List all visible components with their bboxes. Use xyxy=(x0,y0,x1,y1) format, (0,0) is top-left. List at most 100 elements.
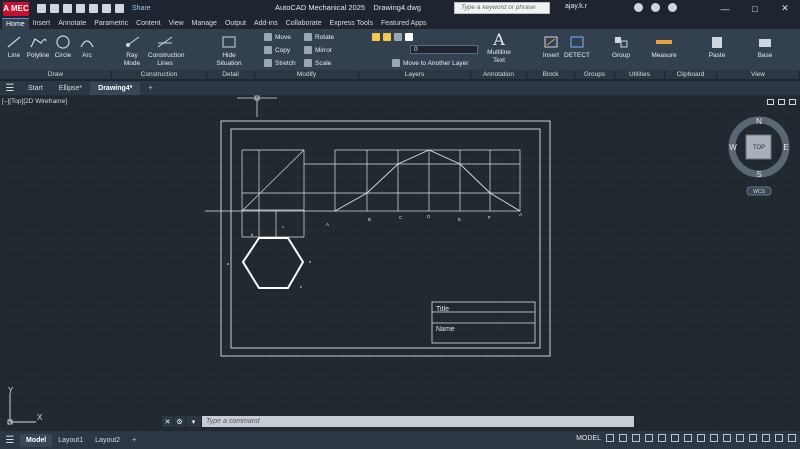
tab-annotate[interactable]: Annotate xyxy=(54,18,90,29)
multiline-text-button[interactable]: A Multiline Text xyxy=(484,31,514,65)
move-button[interactable]: Move xyxy=(264,33,291,41)
close-command-icon[interactable]: ✕ xyxy=(162,416,174,427)
group-button[interactable]: Group xyxy=(610,35,632,60)
snap-icon[interactable] xyxy=(619,434,627,442)
info-icon[interactable] xyxy=(668,3,677,12)
file-tab-start[interactable]: Start xyxy=(20,82,51,95)
new-icon[interactable] xyxy=(37,4,46,13)
file-tab-ellipse[interactable]: Ellipse* xyxy=(51,82,90,95)
insert-block-button[interactable]: Insert xyxy=(540,35,562,60)
file-tab-drawing4[interactable]: Drawing4* xyxy=(90,81,141,95)
tab-view[interactable]: View xyxy=(165,18,188,29)
compass-south[interactable]: S xyxy=(756,170,761,179)
polyline-button[interactable]: Polyline xyxy=(26,35,50,60)
layout-tab-layout2[interactable]: Layout2 xyxy=(89,434,126,447)
compass-north[interactable]: N xyxy=(756,117,762,126)
measure-button[interactable]: Measure xyxy=(650,35,678,60)
ortho-icon[interactable] xyxy=(632,434,640,442)
stretch-button[interactable]: Stretch xyxy=(264,59,296,67)
user-account[interactable]: ajay.k.r xyxy=(565,3,587,10)
layout-menu-icon[interactable]: ☰ xyxy=(0,435,20,446)
panel-label-view[interactable]: View xyxy=(717,70,800,79)
lock-icon[interactable] xyxy=(394,33,402,41)
autodesk-app-store-icon[interactable] xyxy=(634,3,643,12)
clean-screen-icon[interactable] xyxy=(775,434,783,442)
layout-tab-layout1[interactable]: Layout1 xyxy=(52,434,89,447)
search-input[interactable]: Type a keyword or phrase xyxy=(454,2,550,14)
tab-add-ins[interactable]: Add-ins xyxy=(250,18,282,29)
color-swatch-icon[interactable] xyxy=(405,33,413,41)
command-input[interactable]: Type a command xyxy=(202,418,260,425)
panel-label-clipboard[interactable]: Clipboard xyxy=(665,70,717,79)
construction-lines-button[interactable]: Construction Lines xyxy=(148,35,185,68)
compass-east[interactable]: E xyxy=(783,143,788,152)
redo-icon[interactable] xyxy=(115,4,124,13)
save-as-icon[interactable] xyxy=(76,4,85,13)
maximize-button[interactable]: □ xyxy=(740,0,770,17)
panel-label-utilities[interactable]: Utilities xyxy=(615,70,665,79)
new-layout-button[interactable]: + xyxy=(126,434,142,447)
move-to-layer-button[interactable]: Move to Another Layer xyxy=(392,59,468,67)
new-tab-button[interactable]: + xyxy=(140,82,160,95)
copy-button[interactable]: Copy xyxy=(264,46,290,54)
scale-button[interactable]: Scale xyxy=(304,59,331,67)
close-button[interactable]: ✕ xyxy=(770,0,800,17)
drawing-canvas[interactable]: AB C DE FA bcdea Title Name Y X TOP N S … xyxy=(0,95,800,431)
model-space-toggle[interactable]: MODEL xyxy=(576,435,601,442)
tab-insert[interactable]: Insert xyxy=(29,18,55,29)
lightbulb-icon[interactable] xyxy=(372,33,380,41)
help-icon[interactable] xyxy=(651,3,660,12)
viewport-restore-icon[interactable] xyxy=(778,99,785,105)
share-button[interactable]: Share xyxy=(132,5,151,12)
isolate-objects-icon[interactable] xyxy=(749,434,757,442)
panel-label-detail[interactable]: Detail xyxy=(207,70,255,79)
viewcube-top-face[interactable]: TOP xyxy=(753,145,765,151)
rotate-button[interactable]: Rotate xyxy=(304,33,334,41)
panel-label-draw[interactable]: Draw xyxy=(0,70,112,79)
hardware-acceleration-icon[interactable] xyxy=(762,434,770,442)
arc-button[interactable]: Arc xyxy=(78,35,96,60)
drawing-viewport[interactable]: ABCDEFA bcdea Title Name Y X TOP N S E W… xyxy=(0,95,800,431)
units-icon[interactable] xyxy=(723,434,731,442)
tab-home[interactable]: Home xyxy=(2,18,29,29)
base-view-button[interactable]: Base xyxy=(754,35,776,60)
mirror-button[interactable]: Mirror xyxy=(304,46,332,54)
recent-commands-icon[interactable]: ▾ xyxy=(186,416,202,427)
panel-label-block[interactable]: Block xyxy=(527,70,575,79)
tab-collaborate[interactable]: Collaborate xyxy=(282,18,326,29)
panel-label-modify[interactable]: Modify xyxy=(255,70,359,79)
tab-express-tools[interactable]: Express Tools xyxy=(326,18,377,29)
tab-parametric[interactable]: Parametric xyxy=(90,18,132,29)
workspace-gear-icon[interactable] xyxy=(710,434,718,442)
open-icon[interactable] xyxy=(50,4,59,13)
minimize-button[interactable]: — xyxy=(710,0,740,17)
tab-output[interactable]: Output xyxy=(221,18,250,29)
layer-dropdown[interactable]: 0 xyxy=(410,45,478,54)
detect-button[interactable]: DETECT xyxy=(564,35,590,60)
lineweight-icon[interactable] xyxy=(684,434,692,442)
customize-command-icon[interactable]: ⚙ xyxy=(174,416,186,427)
circle-button[interactable]: Circle xyxy=(52,35,74,60)
app-menu-icon[interactable]: ☰ xyxy=(0,83,20,94)
isodraft-icon[interactable] xyxy=(658,434,666,442)
viewport-controls-label[interactable]: [–][Top][2D Wireframe] xyxy=(2,98,67,105)
panel-label-layers[interactable]: Layers xyxy=(359,70,471,79)
tab-content[interactable]: Content xyxy=(132,18,165,29)
app-logo[interactable]: A MEC xyxy=(3,1,29,16)
annotation-scale-icon[interactable] xyxy=(697,434,705,442)
grid-icon[interactable] xyxy=(606,434,614,442)
line-button[interactable]: Line xyxy=(4,35,24,60)
panel-label-construction[interactable]: Construction xyxy=(112,70,207,79)
customization-icon[interactable] xyxy=(788,434,796,442)
hide-situation-button[interactable]: Hide Situation xyxy=(215,35,243,68)
tab-featured-apps[interactable]: Featured Apps xyxy=(377,18,431,29)
sun-icon[interactable] xyxy=(383,33,391,41)
ray-mode-button[interactable]: Ray Mode xyxy=(120,35,144,68)
viewport-close-icon[interactable] xyxy=(789,99,796,105)
object-snap-icon[interactable] xyxy=(671,434,679,442)
print-icon[interactable] xyxy=(89,4,98,13)
undo-icon[interactable] xyxy=(102,4,111,13)
viewport-minimize-icon[interactable] xyxy=(767,99,774,105)
quick-properties-icon[interactable] xyxy=(736,434,744,442)
save-icon[interactable] xyxy=(63,4,72,13)
